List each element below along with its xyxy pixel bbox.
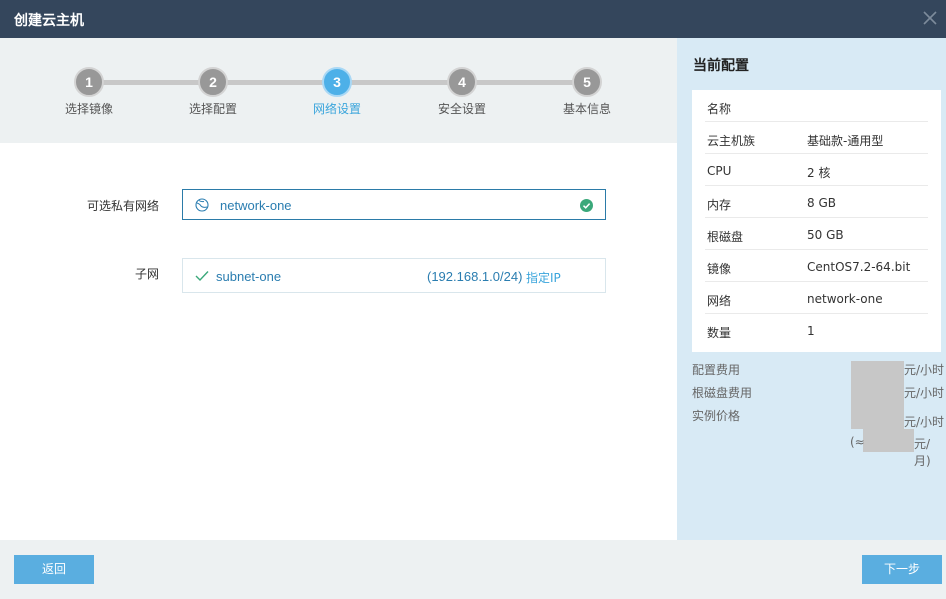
row-value: 2 核 <box>807 166 831 180</box>
close-icon[interactable] <box>920 8 940 28</box>
dialog-titlebar: 创建云主机 <box>0 0 946 38</box>
table-row: 云主机族 基础款-通用型 <box>705 122 928 154</box>
instance-price-unit: 元/小时 <box>904 415 945 429</box>
row-key: 云主机族 <box>707 134 756 148</box>
row-value: 50 GB <box>807 228 844 242</box>
instance-price-label: 实例价格 <box>692 409 741 423</box>
config-table: 名称 云主机族 基础款-通用型 CPU 2 核 内存 8 GB 根磁盘 50 G… <box>692 90 941 352</box>
step-3-label: 网络设置 <box>312 102 361 116</box>
step-4-label: 安全设置 <box>437 102 486 116</box>
assign-ip-link[interactable]: 指定IP <box>526 269 561 286</box>
network-select[interactable]: network-one <box>182 189 606 220</box>
row-key: 根磁盘 <box>707 230 744 244</box>
subnet-label: 子网 <box>135 267 160 281</box>
row-key: 镜像 <box>707 262 732 276</box>
config-fee-unit: 元/小时 <box>904 363 945 377</box>
row-key: CPU <box>707 164 732 178</box>
row-value: network-one <box>807 292 883 306</box>
row-value: 8 GB <box>807 196 836 210</box>
check-icon <box>195 271 209 282</box>
row-key: 网络 <box>707 294 732 308</box>
subnet-cidr: (192.168.1.0/24) <box>427 269 523 284</box>
check-circle-icon <box>580 199 593 212</box>
row-key: 名称 <box>707 102 732 116</box>
step-5-label: 基本信息 <box>562 102 611 116</box>
row-key: 内存 <box>707 198 732 212</box>
back-button[interactable]: 返回 <box>14 555 94 584</box>
network-icon <box>195 198 209 212</box>
table-row: 镜像 CentOS7.2-64.bit <box>705 250 928 282</box>
step-progress: 1 选择镜像 2 选择配置 3 网络设置 4 安全设置 5 基本信息 <box>0 38 677 143</box>
redacted-price <box>851 361 904 429</box>
subnet-option[interactable]: subnet-one (192.168.1.0/24) 指定IP <box>182 258 606 293</box>
main-panel: 1 选择镜像 2 选择配置 3 网络设置 4 安全设置 5 基本信息 可选私有网… <box>0 38 677 540</box>
table-row: 数量 1 <box>705 314 928 346</box>
table-row: CPU 2 核 <box>705 154 928 186</box>
table-row: 名称 <box>705 90 928 122</box>
next-button[interactable]: 下一步 <box>862 555 942 584</box>
subnet-name: subnet-one <box>216 269 282 284</box>
step-1-circle: 1 <box>74 67 104 97</box>
step-2-label: 选择配置 <box>188 102 237 116</box>
config-summary-panel: 当前配置 名称 云主机族 基础款-通用型 CPU 2 核 内存 8 GB 根磁盘… <box>677 38 946 540</box>
step-5-circle: 5 <box>572 67 602 97</box>
dialog-title: 创建云主机 <box>14 13 84 29</box>
monthly-unit: 元/月) <box>914 437 931 468</box>
dialog-footer: 返回 下一步 <box>0 540 946 599</box>
redacted-price <box>863 429 914 452</box>
table-row: 内存 8 GB <box>705 186 928 218</box>
disk-fee-unit: 元/小时 <box>904 386 945 400</box>
row-value: CentOS7.2-64.bit <box>807 260 911 274</box>
step-3-circle: 3 <box>322 67 352 97</box>
table-row: 根磁盘 50 GB <box>705 218 928 250</box>
step-2-circle: 2 <box>198 67 228 97</box>
step-4-circle: 4 <box>447 67 477 97</box>
config-fee-label: 配置费用 <box>692 363 741 377</box>
monthly-prefix: (≈ <box>850 435 865 449</box>
row-key: 数量 <box>707 326 732 340</box>
row-value: 基础款-通用型 <box>807 134 884 148</box>
network-label: 可选私有网络 <box>87 199 160 213</box>
table-row: 网络 network-one <box>705 282 928 314</box>
step-1-label: 选择镜像 <box>64 102 113 116</box>
network-value: network-one <box>220 198 292 213</box>
disk-fee-label: 根磁盘费用 <box>692 386 753 400</box>
summary-title: 当前配置 <box>693 58 749 74</box>
row-value: 1 <box>807 324 815 338</box>
